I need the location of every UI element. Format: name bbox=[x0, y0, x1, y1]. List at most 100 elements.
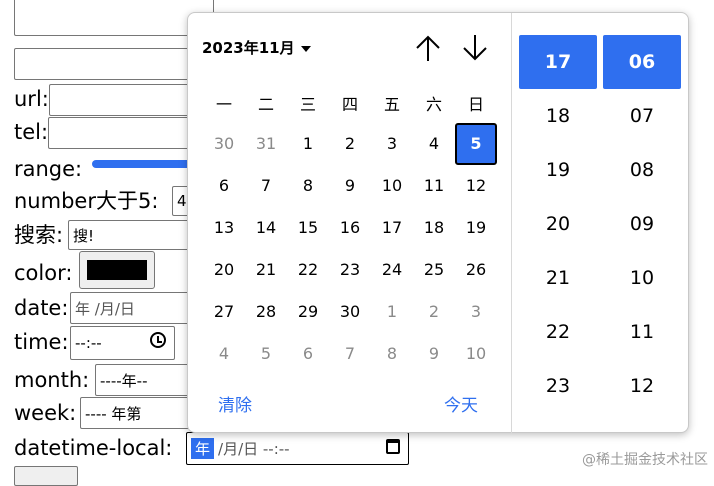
calendar-day[interactable]: 7 bbox=[329, 333, 371, 375]
calendar-day[interactable]: 8 bbox=[371, 333, 413, 375]
range-slider[interactable] bbox=[92, 160, 202, 168]
calendar-day[interactable]: 28 bbox=[245, 291, 287, 333]
calendar-day[interactable]: 29 bbox=[287, 291, 329, 333]
today-button[interactable]: 今天 bbox=[444, 391, 478, 416]
hour-option[interactable]: 19 bbox=[519, 143, 597, 197]
color-label: color: bbox=[14, 261, 73, 285]
calendar-day[interactable]: 31 bbox=[245, 123, 287, 165]
calendar-day[interactable]: 25 bbox=[413, 249, 455, 291]
hour-option[interactable]: 21 bbox=[519, 251, 597, 305]
weekday-label: 三 bbox=[299, 95, 316, 114]
calendar-day[interactable]: 13 bbox=[203, 207, 245, 249]
minute-option[interactable]: 12 bbox=[603, 359, 681, 413]
calendar-day[interactable]: 24 bbox=[371, 249, 413, 291]
calendar-day[interactable]: 3 bbox=[371, 123, 413, 165]
calendar-day[interactable]: 5 bbox=[245, 333, 287, 375]
datetime-local-input[interactable]: 年 /月/日 --:-- bbox=[186, 432, 409, 465]
datetime-year-segment[interactable]: 年 bbox=[191, 438, 215, 459]
hour-option[interactable]: 18 bbox=[519, 89, 597, 143]
calendar-day[interactable]: 12 bbox=[455, 165, 497, 207]
submit-button-partial[interactable] bbox=[14, 466, 78, 486]
datetime-local-label: datetime-local: bbox=[14, 436, 173, 460]
week-input[interactable]: ---- 年第 bbox=[80, 397, 200, 429]
calendar-day[interactable]: 19 bbox=[455, 207, 497, 249]
calendar-day[interactable]: 26 bbox=[455, 249, 497, 291]
minute-option[interactable]: 11 bbox=[603, 305, 681, 359]
calendar-icon[interactable] bbox=[386, 439, 400, 454]
clear-button[interactable]: 清除 bbox=[218, 391, 252, 416]
calendar-day[interactable]: 4 bbox=[203, 333, 245, 375]
calendar-day[interactable]: 14 bbox=[245, 207, 287, 249]
calendar-day[interactable]: 2 bbox=[413, 291, 455, 333]
weekday-label: 一 bbox=[215, 95, 232, 114]
calendar-day[interactable]: 21 bbox=[245, 249, 287, 291]
month-placeholder: ----年-- bbox=[100, 371, 148, 390]
text-field[interactable] bbox=[14, 48, 204, 80]
search-value: 搜! bbox=[73, 226, 95, 245]
calendar-day[interactable]: 18 bbox=[413, 207, 455, 249]
calendar-day[interactable]: 30 bbox=[203, 123, 245, 165]
calendar-day[interactable]: 23 bbox=[329, 249, 371, 291]
previous-month-arrow-icon[interactable] bbox=[414, 33, 442, 63]
minute-option[interactable]: 07 bbox=[603, 89, 681, 143]
calendar-day[interactable]: 1 bbox=[371, 291, 413, 333]
tel-input[interactable] bbox=[48, 117, 198, 149]
clock-icon[interactable] bbox=[150, 332, 166, 348]
month-label: month: bbox=[14, 368, 90, 392]
calendar-day[interactable]: 9 bbox=[329, 165, 371, 207]
calendar-day-selected[interactable]: 5 bbox=[455, 123, 497, 165]
calendar-day[interactable]: 16 bbox=[329, 207, 371, 249]
search-input[interactable]: 搜! bbox=[68, 220, 198, 250]
range-label: range: bbox=[14, 157, 83, 181]
calendar-day[interactable]: 20 bbox=[203, 249, 245, 291]
minute-option[interactable]: 06 bbox=[603, 35, 681, 89]
search-label: 搜索: bbox=[14, 223, 64, 247]
datetime-rest-segments: /月/日 --:-- bbox=[218, 440, 290, 458]
calendar-day[interactable]: 30 bbox=[329, 291, 371, 333]
time-placeholder: --:-- bbox=[75, 334, 102, 352]
weekday-label: 六 bbox=[425, 95, 442, 114]
calendar-day[interactable]: 17 bbox=[371, 207, 413, 249]
calendar-day[interactable]: 6 bbox=[287, 333, 329, 375]
dropdown-caret-icon bbox=[300, 45, 311, 52]
color-swatch bbox=[87, 260, 147, 280]
calendar-day[interactable]: 8 bbox=[287, 165, 329, 207]
calendar-day[interactable]: 15 bbox=[287, 207, 329, 249]
hour-option[interactable]: 22 bbox=[519, 305, 597, 359]
number-value: 4 bbox=[177, 192, 187, 210]
calendar-day[interactable]: 6 bbox=[203, 165, 245, 207]
calendar-day[interactable]: 10 bbox=[455, 333, 497, 375]
time-input[interactable]: --:-- bbox=[70, 326, 175, 360]
weekday-label: 五 bbox=[383, 95, 400, 114]
weekday-label: 四 bbox=[341, 95, 358, 114]
hour-option[interactable]: 17 bbox=[519, 35, 597, 89]
minute-option[interactable]: 08 bbox=[603, 143, 681, 197]
url-input[interactable] bbox=[49, 84, 199, 116]
picker-divider bbox=[511, 13, 512, 434]
month-title: 2023年11月 bbox=[202, 39, 295, 57]
hour-option[interactable]: 20 bbox=[519, 197, 597, 251]
date-label: date: bbox=[14, 296, 69, 320]
color-picker-button[interactable] bbox=[79, 251, 155, 289]
month-input[interactable]: ----年-- bbox=[95, 364, 200, 396]
calendar-day[interactable]: 7 bbox=[245, 165, 287, 207]
calendar-day[interactable]: 4 bbox=[413, 123, 455, 165]
calendar-day[interactable]: 11 bbox=[413, 165, 455, 207]
textarea-field[interactable] bbox=[14, 0, 214, 36]
calendar-day[interactable]: 10 bbox=[371, 165, 413, 207]
next-month-arrow-icon[interactable] bbox=[461, 33, 489, 63]
calendar-day[interactable]: 1 bbox=[287, 123, 329, 165]
datetime-picker-popup: 2023年11月 一二三四五六日 30 31 1 2 3 4 5 6 7 8 9 10 11 12 13 14… bbox=[187, 12, 689, 434]
calendar-day[interactable]: 27 bbox=[203, 291, 245, 333]
hour-option[interactable]: 23 bbox=[519, 359, 597, 413]
minute-option[interactable]: 09 bbox=[603, 197, 681, 251]
weekday-label: 日 bbox=[467, 95, 484, 114]
calendar-day[interactable]: 9 bbox=[413, 333, 455, 375]
week-placeholder: ---- 年第 bbox=[85, 404, 142, 423]
month-year-dropdown[interactable]: 2023年11月 bbox=[202, 37, 311, 58]
minute-option[interactable]: 10 bbox=[603, 251, 681, 305]
calendar-day[interactable]: 3 bbox=[455, 291, 497, 333]
date-input[interactable]: 年 /月/日 bbox=[70, 292, 200, 324]
calendar-day[interactable]: 2 bbox=[329, 123, 371, 165]
calendar-day[interactable]: 22 bbox=[287, 249, 329, 291]
